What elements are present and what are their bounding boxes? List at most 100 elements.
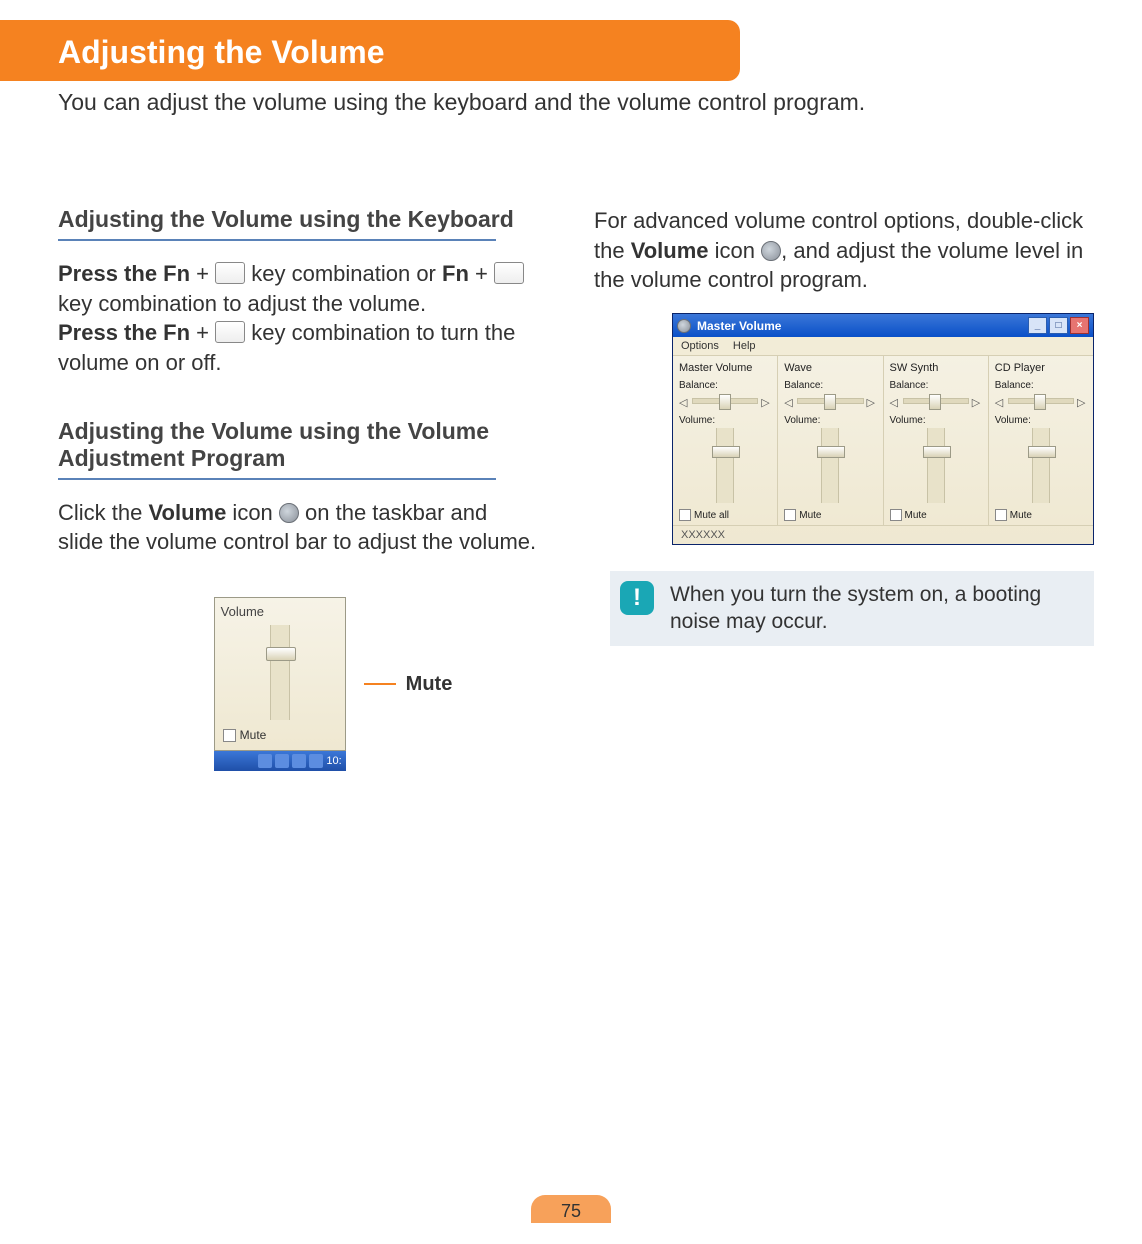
balance-label: Balance: <box>890 380 982 391</box>
rp-b: Volume <box>631 238 709 263</box>
taskbar-volume-icon <box>761 241 781 261</box>
note-text: When you turn the system on, a booting n… <box>670 581 1080 636</box>
tray-icon <box>292 754 306 768</box>
section2-heading: Adjusting the Volume using the Volume Ad… <box>58 418 538 472</box>
content-columns: Adjusting the Volume using the Keyboard … <box>0 116 1142 771</box>
mute-callout: Mute <box>364 673 453 696</box>
mv-col-cdplayer: CD Player Balance: ◁ ▷ Volume: Mute <box>989 356 1093 525</box>
master-volume-title: Master Volume <box>697 319 781 333</box>
mute-row[interactable]: Mute <box>995 509 1087 521</box>
mute-callout-label: Mute <box>406 673 453 696</box>
speaker-right-icon: ▷ <box>867 396 877 406</box>
tray-icon <box>275 754 289 768</box>
s2p-a: Click the <box>58 500 148 525</box>
master-volume-footer: XXXXXX <box>673 525 1093 544</box>
balance-label: Balance: <box>784 380 876 391</box>
intro-text: You can adjust the volume using the keyb… <box>0 81 1098 116</box>
volume-up-key-icon <box>215 262 245 284</box>
mv-col-header: CD Player <box>995 362 1087 374</box>
mv-col-master: Master Volume Balance: ◁ ▷ Volume: Mute … <box>673 356 778 525</box>
volume-down-key-icon <box>494 262 524 284</box>
mute-all-label: Mute all <box>694 510 729 521</box>
speaker-right-icon: ▷ <box>972 396 982 406</box>
mute-checkbox[interactable] <box>784 509 796 521</box>
speaker-right-icon: ▷ <box>761 396 771 406</box>
balance-slider[interactable]: ◁ ▷ <box>995 393 1087 409</box>
volume-popup: Volume Mute 10: <box>214 597 346 771</box>
master-volume-columns: Master Volume Balance: ◁ ▷ Volume: Mute … <box>673 356 1093 525</box>
volume-slider[interactable] <box>1032 428 1050 503</box>
section1-body: Press the Fn + key combination or Fn + k… <box>58 259 538 378</box>
balance-slider[interactable]: ◁ ▷ <box>784 393 876 409</box>
tray-icon <box>309 754 323 768</box>
mv-col-wave: Wave Balance: ◁ ▷ Volume: Mute <box>778 356 883 525</box>
volume-slider[interactable] <box>716 428 734 503</box>
s1p2-a: Press the Fn <box>58 320 190 345</box>
menu-help[interactable]: Help <box>733 340 756 352</box>
volume-slider[interactable] <box>927 428 945 503</box>
speaker-left-icon: ◁ <box>784 396 794 406</box>
title-bar: Adjusting the Volume <box>0 20 740 81</box>
tray-time: 10: <box>326 755 341 767</box>
s1p1-d: Fn <box>442 261 469 286</box>
speaker-left-icon: ◁ <box>995 396 1005 406</box>
s2p-b: Volume <box>148 500 226 525</box>
page-number: 75 <box>531 1195 611 1222</box>
mute-label: Mute <box>1010 510 1032 521</box>
balance-slider[interactable]: ◁ ▷ <box>890 393 982 409</box>
volume-popup-slider[interactable] <box>270 625 290 720</box>
close-button[interactable]: × <box>1070 317 1089 334</box>
volume-popup-mute-row[interactable]: Mute <box>221 726 339 746</box>
window-icon <box>677 319 691 333</box>
taskbar-volume-icon <box>279 503 299 523</box>
volume-popup-slider-thumb[interactable] <box>266 647 296 661</box>
s2p-c: icon <box>226 500 279 525</box>
volume-popup-figure: Volume Mute 10: <box>128 597 538 771</box>
volume-label: Volume: <box>890 415 982 426</box>
mute-checkbox[interactable] <box>890 509 902 521</box>
right-column: For advanced volume control options, dou… <box>594 206 1094 771</box>
mv-col-header: SW Synth <box>890 362 982 374</box>
master-volume-titlebar: Master Volume _ □ × <box>673 314 1093 337</box>
master-volume-window: Master Volume _ □ × Options Help Master … <box>672 313 1094 545</box>
volume-popup-mute-label: Mute <box>240 728 267 742</box>
volume-slider[interactable] <box>821 428 839 503</box>
menu-options[interactable]: Options <box>681 340 719 352</box>
s1p1-f: key combination to adjust the volume. <box>58 291 426 316</box>
right-intro: For advanced volume control options, dou… <box>594 206 1094 295</box>
master-volume-menubar: Options Help <box>673 337 1093 356</box>
speaker-left-icon: ◁ <box>679 396 689 406</box>
balance-label: Balance: <box>995 380 1087 391</box>
maximize-button[interactable]: □ <box>1049 317 1068 334</box>
left-column: Adjusting the Volume using the Keyboard … <box>58 206 538 771</box>
volume-label: Volume: <box>995 415 1087 426</box>
s1p1-e: + <box>469 261 494 286</box>
volume-popup-title: Volume <box>221 604 339 619</box>
mute-row[interactable]: Mute <box>784 509 876 521</box>
callout-line <box>364 683 396 685</box>
s1p1-b: + <box>190 261 215 286</box>
volume-popup-mute-checkbox[interactable] <box>223 729 236 742</box>
volume-label: Volume: <box>679 415 771 426</box>
balance-label: Balance: <box>679 380 771 391</box>
mute-all-checkbox[interactable] <box>679 509 691 521</box>
volume-label: Volume: <box>784 415 876 426</box>
minimize-button[interactable]: _ <box>1028 317 1047 334</box>
s1p2-b: + <box>190 320 215 345</box>
speaker-left-icon: ◁ <box>890 396 900 406</box>
mute-label: Mute <box>905 510 927 521</box>
tray-icon <box>258 754 272 768</box>
note-box: ! When you turn the system on, a booting… <box>610 571 1094 646</box>
page-title: Adjusting the Volume <box>58 34 716 71</box>
taskbar-tray: 10: <box>214 751 346 771</box>
section1-heading: Adjusting the Volume using the Keyboard <box>58 206 538 233</box>
mute-checkbox[interactable] <box>995 509 1007 521</box>
section2-rule <box>58 478 496 480</box>
rp-c: icon <box>709 238 762 263</box>
mv-col-header: Master Volume <box>679 362 771 374</box>
mute-all-row[interactable]: Mute all <box>679 509 771 521</box>
mute-row[interactable]: Mute <box>890 509 982 521</box>
mute-key-icon <box>215 321 245 343</box>
balance-slider[interactable]: ◁ ▷ <box>679 393 771 409</box>
section2-body: Click the Volume icon on the taskbar and… <box>58 498 538 557</box>
